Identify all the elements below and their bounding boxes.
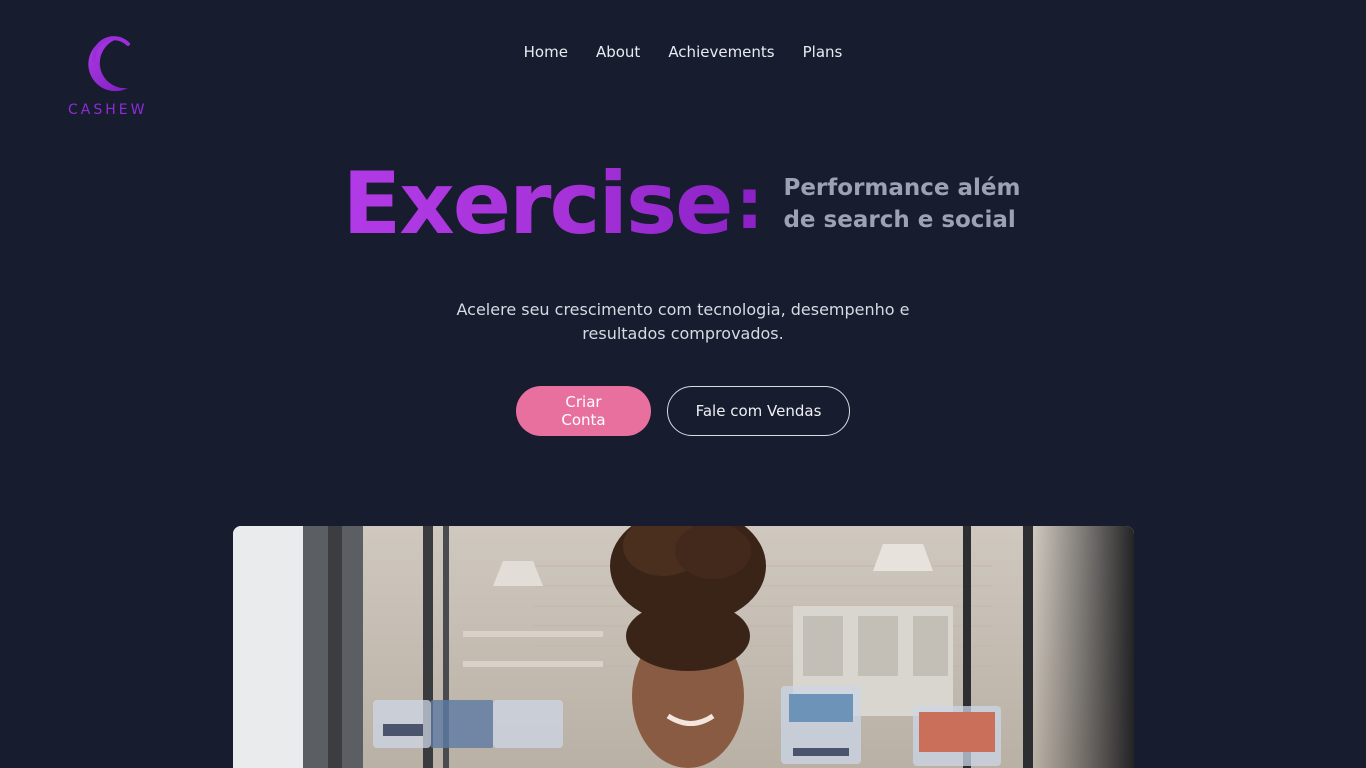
hero-heading: Exercise : Performance além de search e …: [0, 152, 1366, 256]
nav-item-home[interactable]: Home: [524, 43, 568, 61]
hero-subtitle: Acelere seu crescimento com tecnologia, …: [0, 298, 1366, 346]
brand-name: CASHEW: [68, 102, 148, 118]
hero-side-text: Performance além de search e social: [783, 172, 1023, 236]
nav-item-about[interactable]: About: [596, 43, 640, 61]
nav-item-plans[interactable]: Plans: [803, 43, 843, 61]
hero-side-line1: Performance além: [783, 175, 1021, 201]
hero-colon: :: [735, 163, 764, 245]
hero-subtitle-line2: resultados comprovados.: [582, 324, 784, 343]
hero-subtitle-line1: Acelere seu crescimento com tecnologia, …: [456, 300, 910, 319]
cta-group: Criar Conta Fale com Vendas: [0, 386, 1366, 436]
contact-sales-button[interactable]: Fale com Vendas: [667, 386, 850, 436]
main-nav: Home About Achievements Plans: [0, 43, 1366, 61]
nav-item-achievements[interactable]: Achievements: [668, 43, 774, 61]
hero-title: Exercise: [342, 154, 734, 254]
create-account-button[interactable]: Criar Conta: [516, 386, 651, 436]
hero-side-line2: de search e social: [783, 207, 1016, 233]
woman-at-laptop-photo-icon: [233, 526, 1134, 768]
